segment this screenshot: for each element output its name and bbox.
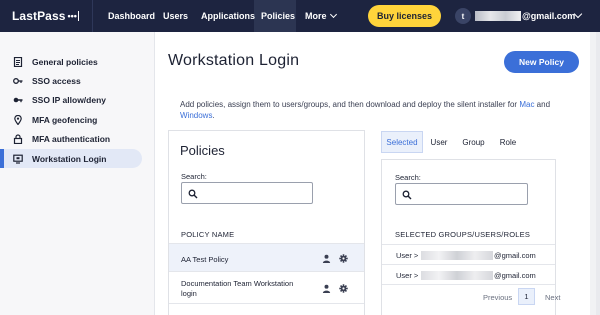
sidebar-item-mfa-geofencing[interactable]: MFA geofencing bbox=[4, 110, 142, 129]
document-icon bbox=[13, 56, 23, 67]
account-email[interactable]: @gmail.com bbox=[522, 11, 575, 21]
mac-installer-link[interactable]: Mac bbox=[519, 100, 534, 109]
policy-name-line1: Documentation Team Workstation bbox=[181, 279, 294, 288]
page-title: Workstation Login bbox=[168, 52, 300, 69]
logo-cursor-bar bbox=[77, 11, 79, 21]
description-and: and bbox=[534, 100, 551, 109]
assignee-type: User > bbox=[396, 271, 419, 280]
nav-applications[interactable]: Applications bbox=[201, 11, 255, 21]
nav-users[interactable]: Users bbox=[163, 11, 188, 21]
assignee-domain: @gmail.com bbox=[494, 271, 536, 280]
window-edge bbox=[596, 32, 600, 315]
sidebar-item-label: Workstation Login bbox=[32, 153, 107, 164]
policies-title: Policies bbox=[180, 143, 225, 158]
policies-search-input[interactable] bbox=[181, 182, 313, 204]
policy-name-line2: login bbox=[181, 289, 197, 298]
sidebar-item-workstation-login[interactable]: Workstation Login bbox=[4, 149, 142, 168]
pager-current-page[interactable]: 1 bbox=[518, 288, 535, 305]
selected-column-header: SELECTED GROUPS/USERS/ROLES bbox=[395, 230, 531, 239]
sidebar-item-label: General policies bbox=[32, 56, 98, 67]
nav-dashboard[interactable]: Dashboard bbox=[108, 11, 155, 21]
sidebar-item-sso-access[interactable]: SSO access bbox=[4, 71, 142, 90]
policies-search-label: Search: bbox=[181, 172, 207, 181]
logo-text: LastPass bbox=[12, 9, 66, 23]
windows-installer-link[interactable]: Windows bbox=[180, 111, 212, 120]
assign-user-icon[interactable] bbox=[322, 254, 331, 263]
assignee-redacted bbox=[421, 271, 493, 280]
policy-name-column-header: POLICY NAME bbox=[181, 230, 235, 239]
sidebar-item-general-policies[interactable]: General policies bbox=[4, 52, 142, 71]
search-icon bbox=[188, 189, 198, 199]
pager-next[interactable]: Next bbox=[545, 293, 560, 302]
location-pin-icon bbox=[13, 114, 23, 125]
avatar[interactable]: t bbox=[455, 8, 471, 24]
table-row-divider bbox=[169, 303, 364, 315]
monitor-icon bbox=[13, 154, 23, 164]
chevron-down-icon bbox=[329, 10, 337, 19]
key-icon bbox=[13, 76, 23, 86]
page-description: Add policies, assign them to users/group… bbox=[180, 99, 555, 121]
logo-dots: ••• bbox=[67, 11, 77, 21]
assignee-type: User > bbox=[396, 251, 419, 260]
sidebar-item-sso-ip-allow-deny[interactable]: SSO IP allow/deny bbox=[4, 90, 142, 109]
list-item[interactable]: User > @gmail.com bbox=[382, 244, 555, 264]
gear-icon[interactable] bbox=[339, 254, 348, 263]
list-divider bbox=[382, 284, 555, 285]
sidebar-item-mfa-authentication[interactable]: MFA authentication bbox=[4, 129, 142, 148]
gear-icon[interactable] bbox=[339, 284, 348, 293]
nav-divider bbox=[92, 0, 93, 32]
description-period: . bbox=[212, 111, 215, 120]
ip-key-icon bbox=[13, 95, 23, 105]
nav-more[interactable]: More bbox=[305, 10, 337, 21]
new-policy-button[interactable]: New Policy bbox=[504, 51, 579, 73]
tab-role[interactable]: Role bbox=[494, 131, 522, 153]
assignments-search-input[interactable] bbox=[395, 183, 528, 205]
description-text: Add policies, assign them to users/group… bbox=[180, 100, 520, 109]
tab-user[interactable]: User bbox=[425, 131, 453, 153]
assignee-redacted bbox=[421, 251, 493, 260]
tab-group[interactable]: Group bbox=[458, 131, 489, 153]
sidebar-item-label: MFA authentication bbox=[32, 133, 111, 144]
tab-selected[interactable]: Selected bbox=[381, 131, 423, 153]
assignments-search-label: Search: bbox=[395, 173, 421, 182]
top-navigation-bar: LastPass ••• Dashboard Users Applications… bbox=[0, 0, 600, 32]
table-row[interactable]: Documentation Team Workstation login bbox=[169, 271, 364, 303]
nav-policies[interactable]: Policies bbox=[261, 11, 295, 21]
buy-licenses-button[interactable]: Buy licenses bbox=[368, 5, 441, 27]
sidebar-item-label: SSO IP allow/deny bbox=[32, 94, 107, 105]
policy-name: AA Test Policy bbox=[181, 255, 229, 264]
assignee-domain: @gmail.com bbox=[494, 251, 536, 260]
table-row[interactable]: AA Test Policy bbox=[169, 243, 364, 271]
sidebar-item-label: MFA geofencing bbox=[32, 114, 98, 125]
sidebar-item-label: SSO access bbox=[32, 75, 81, 86]
nav-more-label: More bbox=[305, 11, 327, 21]
email-redacted bbox=[475, 11, 521, 21]
lastpass-logo[interactable]: LastPass ••• bbox=[12, 9, 79, 23]
assign-user-icon[interactable] bbox=[322, 284, 331, 293]
search-icon bbox=[402, 190, 412, 200]
pager-previous[interactable]: Previous bbox=[483, 293, 512, 302]
lock-icon bbox=[13, 133, 23, 144]
list-item[interactable]: User > @gmail.com bbox=[382, 264, 555, 284]
